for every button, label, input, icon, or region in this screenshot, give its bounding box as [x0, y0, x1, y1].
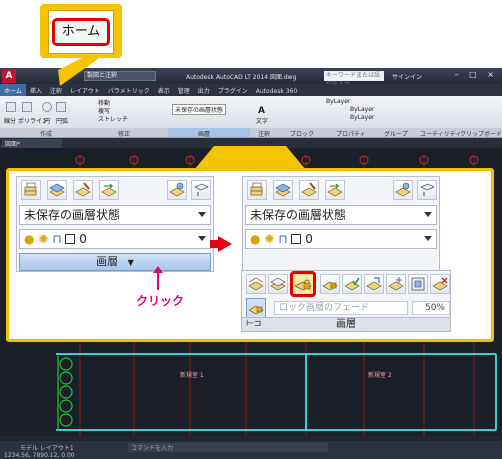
layer-match-icon[interactable]: [299, 180, 319, 200]
layer-panel-collapsed: 未保存の画層状態 ● ✺ ⊓ 0 画層 ▼: [16, 176, 214, 272]
layer-thaw-all-icon[interactable]: [386, 274, 406, 294]
layer-previous-icon[interactable]: [325, 180, 345, 200]
layer-set-current-icon[interactable]: [47, 180, 67, 200]
layer-settings-icon[interactable]: [408, 274, 428, 294]
color-swatch[interactable]: [291, 234, 302, 244]
unlock-icon[interactable]: ⊓: [278, 232, 287, 246]
bulb-icon[interactable]: ●: [24, 232, 34, 246]
sun-icon[interactable]: ✺: [38, 232, 48, 246]
layer-combo[interactable]: ● ✺ ⊓ 0: [245, 229, 437, 249]
layer-match-icon[interactable]: [73, 180, 93, 200]
layer-lock-icon[interactable]: [290, 271, 316, 297]
layer-delete-icon[interactable]: [430, 274, 450, 294]
layer-merge-icon[interactable]: [268, 274, 288, 294]
color-swatch[interactable]: [65, 234, 76, 244]
arrow-up-shaft: [157, 272, 159, 290]
layer-panel-expand-button[interactable]: 画層 ▼: [19, 253, 211, 271]
arrow-right-icon: [218, 236, 232, 252]
current-layer-value: 0: [305, 232, 313, 246]
layer-state-combo[interactable]: 未保存の画層状態: [19, 205, 211, 225]
home-tab-highlight[interactable]: ホーム: [52, 18, 110, 46]
expand-arrow-icon: ▼: [127, 258, 134, 267]
locked-layer-fade-slider[interactable]: ロック画層のフェード: [274, 301, 408, 315]
layer-state-value: 未保存の画層状態: [24, 208, 121, 222]
sun-icon[interactable]: ✺: [264, 232, 274, 246]
layer-panel-footer-title: 画層: [336, 319, 356, 330]
layer-off-icon[interactable]: [191, 180, 211, 200]
chevron-down-icon: [198, 236, 206, 241]
layer-previous-icon[interactable]: [99, 180, 119, 200]
layer-panel-footer[interactable]: 画層: [242, 317, 450, 331]
bulb-icon[interactable]: ●: [250, 232, 260, 246]
layer-copy-objects-icon[interactable]: [364, 274, 384, 294]
locked-layer-fade-icon[interactable]: [246, 298, 266, 318]
layer-change-to-current-icon[interactable]: [342, 274, 362, 294]
pin-icon[interactable]: ⊢⊐: [246, 319, 261, 329]
layer-combo[interactable]: ● ✺ ⊓ 0: [19, 229, 211, 249]
chevron-down-icon: [424, 212, 432, 217]
chevron-down-icon: [424, 236, 432, 241]
locked-layer-fade-value[interactable]: 50%: [412, 301, 450, 315]
layer-unlock-icon[interactable]: [320, 274, 340, 294]
chevron-down-icon: [198, 212, 206, 217]
layer-off-icon[interactable]: [417, 180, 437, 200]
layer-properties-icon[interactable]: [21, 180, 41, 200]
layer-isolate-icon[interactable]: [167, 180, 187, 200]
unlock-icon[interactable]: ⊓: [52, 232, 61, 246]
layer-panel-slideout: ロック画層のフェード 50% 画層 ⊢⊐: [241, 270, 451, 332]
layer-properties-icon[interactable]: [247, 180, 267, 200]
layer-state-combo[interactable]: 未保存の画層状態: [245, 205, 437, 225]
current-layer-value: 0: [79, 232, 87, 246]
layer-state-value: 未保存の画層状態: [250, 208, 347, 222]
layer-walk-icon[interactable]: [246, 274, 266, 294]
layer-set-current-icon[interactable]: [273, 180, 293, 200]
layer-panel-expanded: 未保存の画層状態 ● ✺ ⊓ 0: [242, 176, 440, 272]
layer-isolate-icon[interactable]: [393, 180, 413, 200]
layer-panel-title: 画層: [96, 255, 119, 268]
click-annotation: クリック: [136, 294, 185, 308]
